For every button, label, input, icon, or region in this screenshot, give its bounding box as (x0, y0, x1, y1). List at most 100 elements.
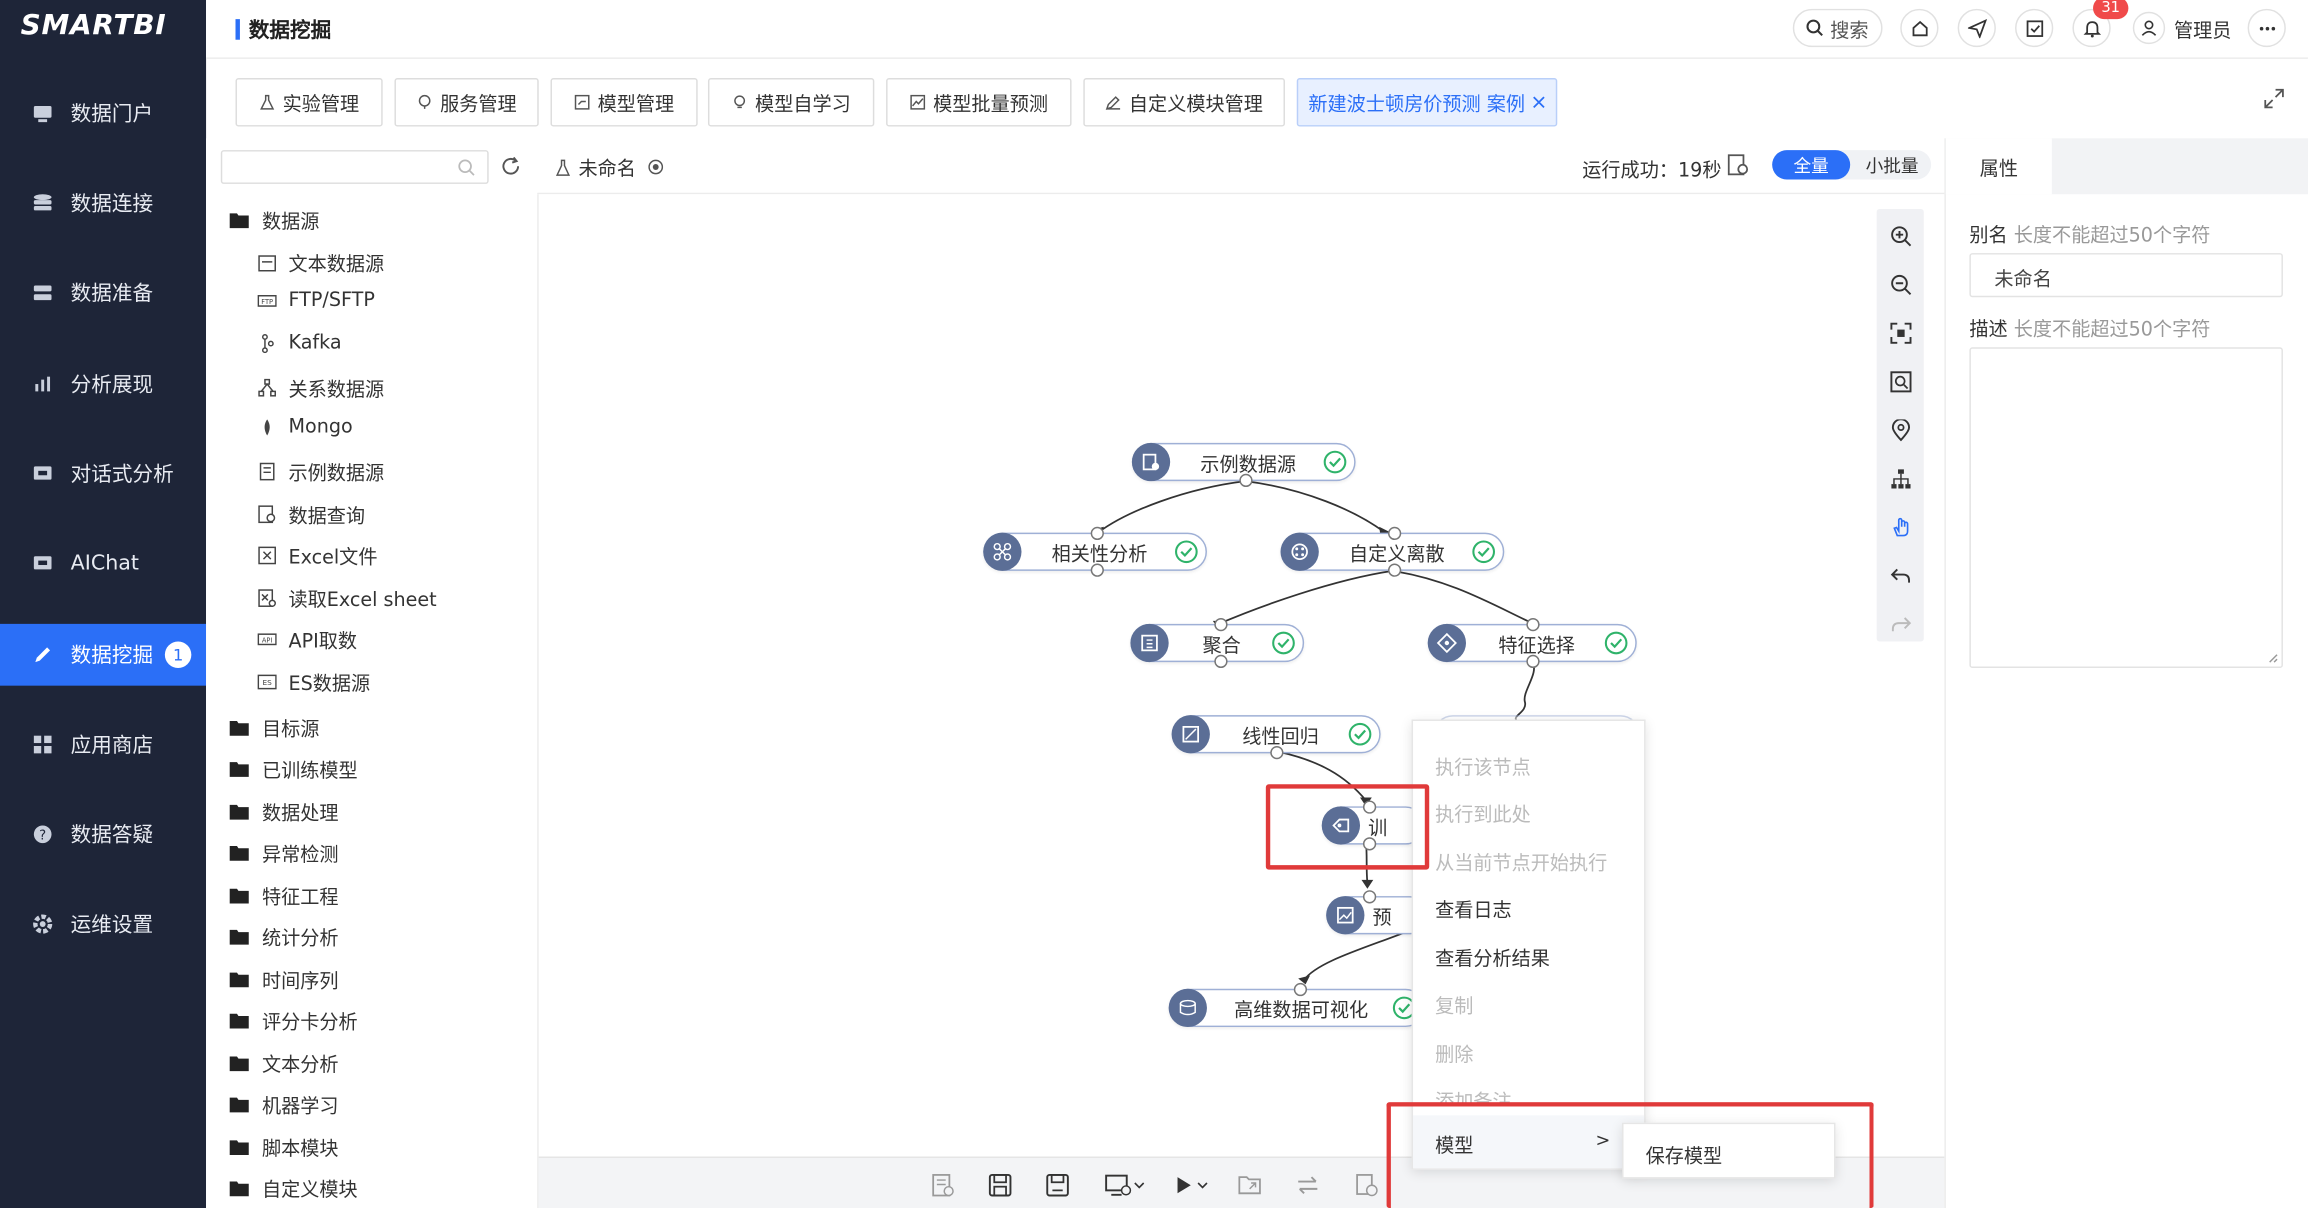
output-port[interactable] (1090, 563, 1104, 577)
mode-small-button[interactable]: 小批量 (1853, 150, 1931, 179)
nav-item-analysis[interactable]: 分析展现 (0, 353, 206, 415)
tab-properties[interactable]: 属性 (1945, 138, 2052, 195)
nav-item-data-portal[interactable]: 数据门户 (0, 82, 206, 144)
folder-export-icon[interactable] (1236, 1171, 1262, 1197)
menu-run-to-here[interactable]: 执行到此处 (1435, 799, 1531, 827)
menu-run-node[interactable]: 执行该节点 (1435, 752, 1531, 780)
log-icon[interactable] (1727, 153, 1751, 177)
tree-folder-scorecard[interactable]: 评分卡分析 (229, 1006, 358, 1034)
tree-folder-data-processing[interactable]: 数据处理 (229, 797, 339, 825)
tree-item-relational[interactable]: 关系数据源 (256, 374, 384, 402)
hand-pan-icon[interactable] (1888, 515, 1912, 539)
tree-folder-statistics[interactable]: 统计分析 (229, 923, 339, 951)
search-button[interactable]: 搜索 (1792, 8, 1883, 48)
input-port[interactable] (1362, 890, 1377, 904)
output-port[interactable] (1214, 654, 1228, 669)
tree-folder-anomaly[interactable]: 异常检测 (229, 839, 339, 867)
locate-icon[interactable] (1888, 418, 1912, 442)
tree-folder-custom[interactable]: 自定义模块 (229, 1174, 358, 1202)
fullscreen-icon[interactable] (2264, 88, 2285, 109)
run-options-icon[interactable] (1104, 1171, 1145, 1197)
actual-size-icon[interactable] (1888, 369, 1912, 393)
tab-custom-module[interactable]: 自定义模块管理 (1083, 77, 1285, 127)
nav-item-ops[interactable]: 运维设置 (0, 893, 206, 955)
nav-item-data-qa[interactable]: ? 数据答疑 (0, 803, 206, 865)
node-hd-visualization[interactable]: 高维数据可视化 (1168, 982, 1425, 1028)
more-button[interactable] (2247, 8, 2286, 48)
zoom-in-icon[interactable] (1888, 224, 1912, 248)
node-aggregate[interactable]: 聚合 (1130, 617, 1305, 669)
tree-folder-script[interactable]: 脚本模块 (229, 1133, 339, 1161)
tree-item-excel[interactable]: Excel文件 (256, 541, 377, 569)
node-sample-datasource[interactable]: 示例数据源 (1131, 442, 1356, 488)
user-menu[interactable]: 管理员 (2132, 11, 2231, 45)
tab-model[interactable]: 模型管理 (550, 77, 698, 127)
tab-batch-predict[interactable]: 模型批量预测 (886, 77, 1072, 127)
node-linear-regression[interactable]: 线性回归 (1171, 715, 1381, 760)
tree-item-es[interactable]: ES ES数据源 (256, 668, 370, 696)
node-feature-select[interactable]: 特征选择 (1427, 617, 1637, 669)
tab-experiment[interactable]: 实验管理 (235, 77, 383, 127)
tab-service[interactable]: 服务管理 (394, 77, 539, 127)
menu-add-note[interactable]: 添加备注 (1435, 1086, 1512, 1104)
save-as-icon[interactable] (1044, 1171, 1070, 1197)
output-port[interactable] (1270, 745, 1284, 760)
node-custom-discretize[interactable]: 自定义离散 (1280, 526, 1505, 577)
tree-item-text-ds[interactable]: 文本数据源 (256, 249, 384, 277)
tree-item-excel-sheet[interactable]: 读取Excel sheet (256, 584, 437, 612)
desc-textarea[interactable] (1969, 347, 2283, 669)
tree-item-api[interactable]: API API取数 (256, 625, 357, 653)
input-port[interactable] (1214, 617, 1228, 632)
tree-search-input[interactable] (220, 150, 489, 184)
undo-icon[interactable] (1888, 564, 1912, 588)
redo-icon[interactable] (1888, 612, 1912, 636)
send-button[interactable] (1957, 8, 1996, 48)
input-port[interactable] (1090, 526, 1104, 541)
nav-item-data-mining[interactable]: 数据挖掘 1 (0, 623, 207, 686)
nav-item-data-connect[interactable]: 数据连接 (0, 172, 206, 234)
resize-handle-icon[interactable] (2268, 653, 2278, 663)
report-icon[interactable] (929, 1171, 955, 1197)
layout-tree-icon[interactable] (1888, 466, 1912, 490)
tree-item-kafka[interactable]: Kafka (256, 333, 342, 355)
tree-folder-feature-eng[interactable]: 特征工程 (229, 881, 339, 909)
save-icon[interactable] (986, 1171, 1012, 1197)
tab-model-selflearn[interactable]: 模型自学习 (707, 77, 875, 127)
nav-item-chat-analysis[interactable]: 对话式分析 (0, 443, 206, 505)
swap-icon[interactable] (1294, 1171, 1320, 1197)
node-correlation[interactable]: 相关性分析 (983, 526, 1207, 577)
menu-view-log[interactable]: 查看日志 (1435, 895, 1512, 922)
refresh-icon[interactable] (500, 156, 521, 177)
alias-input[interactable]: 未命名 (1969, 253, 2283, 298)
menu-view-result[interactable]: 查看分析结果 (1435, 943, 1550, 971)
tree-folder-ml[interactable]: 机器学习 (229, 1090, 339, 1118)
close-icon[interactable] (1532, 96, 1545, 109)
fit-screen-icon[interactable] (1888, 321, 1912, 345)
output-port[interactable] (1388, 563, 1402, 577)
tab-boston-housing[interactable]: 新建波士顿房价预测 案例 (1296, 77, 1558, 127)
experiment-name[interactable]: 未命名 (555, 153, 664, 181)
mode-full-button[interactable]: 全量 (1772, 150, 1851, 180)
tree-folder-trained-models[interactable]: 已训练模型 (229, 755, 358, 783)
menu-run-from-node[interactable]: 从当前节点开始执行 (1435, 848, 1607, 875)
menu-delete[interactable]: 删除 (1435, 1039, 1473, 1067)
input-port[interactable] (1293, 982, 1308, 997)
play-icon[interactable] (1173, 1171, 1214, 1197)
nav-item-aichat[interactable]: AIChat (0, 533, 206, 595)
input-port[interactable] (1388, 526, 1402, 541)
workflow-canvas[interactable]: 示例数据源 相关性分析 自定义离散 聚合 特征选择 线性回归 训 预 高维数据可… (537, 194, 1946, 1208)
schedule-icon[interactable] (1353, 1171, 1379, 1197)
tree-item-mongo[interactable]: Mongo (256, 416, 353, 438)
task-button[interactable] (2015, 8, 2054, 48)
output-port[interactable] (1239, 473, 1253, 488)
output-port[interactable] (1526, 654, 1540, 669)
tree-folder-target[interactable]: 目标源 (229, 714, 319, 742)
nav-item-app-store[interactable]: 应用商店 (0, 714, 206, 776)
tree-item-sample-ds[interactable]: 示例数据源 (256, 458, 384, 486)
tree-folder-text-analysis[interactable]: 文本分析 (229, 1049, 339, 1077)
zoom-out-icon[interactable] (1888, 272, 1912, 296)
tree-item-data-query[interactable]: 数据查询 (256, 500, 365, 528)
input-port[interactable] (1526, 617, 1540, 632)
menu-copy[interactable]: 复制 (1435, 990, 1473, 1018)
nav-item-data-prep[interactable]: 数据准备 (0, 262, 206, 324)
